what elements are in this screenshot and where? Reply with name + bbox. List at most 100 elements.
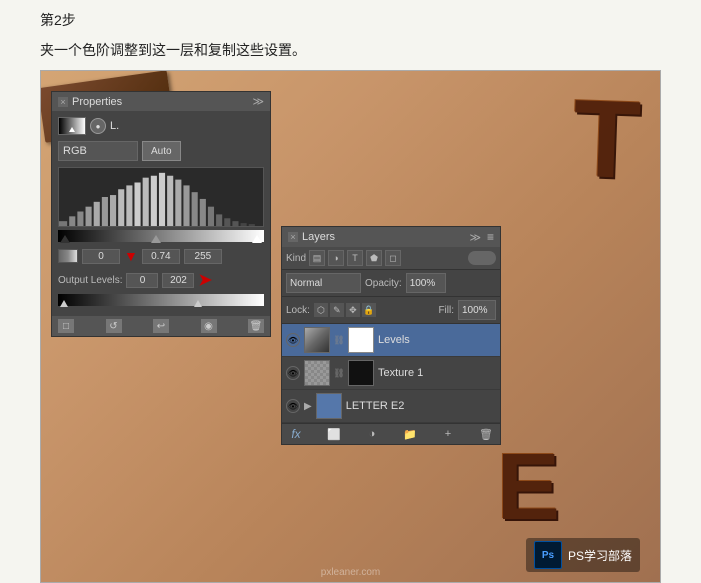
layers-expand-icon[interactable]: ≫ [469, 231, 481, 244]
mid-arrow: ▼ [124, 248, 138, 264]
opacity-input[interactable] [406, 273, 446, 293]
ps-branding-area: Ps PS学习部落 [526, 538, 640, 572]
footer-visibility-icon[interactable]: ◉ [201, 319, 217, 333]
lock-move-icon[interactable]: ✥ [346, 303, 360, 317]
filter-pixel-icon[interactable]: ▤ [309, 250, 325, 266]
layer-row-letter-e2[interactable]: 👁 ▶ LETTER E2 [282, 390, 500, 423]
layers-filter-row: Kind ▤ ◑ T ⬟ ◻ [282, 247, 500, 270]
channel-select[interactable]: RGB Red Green Blue [58, 141, 138, 161]
layers-delete-icon[interactable]: 🗑 [478, 427, 494, 441]
white-point-handle[interactable] [252, 235, 262, 243]
output-black-handle[interactable] [60, 300, 68, 307]
layer-thumb-folder [316, 393, 342, 419]
circle-button[interactable]: ● [90, 118, 106, 134]
footer-delete-icon[interactable]: 🗑 [248, 319, 264, 333]
lock-paint-icon[interactable]: ✎ [330, 303, 344, 317]
blend-mode-select[interactable]: Normal Dissolve Multiply Screen Overlay [286, 273, 361, 293]
letter-e2: E [497, 433, 560, 542]
properties-content: ● L. RGB Red Green Blue Auto [52, 111, 270, 316]
filter-shape-icon[interactable]: ⬟ [366, 250, 382, 266]
black-point-handle[interactable] [60, 235, 70, 243]
layer-link-levels[interactable]: ⛓ [334, 335, 344, 345]
layer-visibility-letter[interactable]: 👁 [286, 399, 300, 413]
layers-title: Layers [302, 231, 335, 243]
filter-toggle[interactable] [468, 251, 496, 265]
layer-name-letter: LETTER E2 [346, 400, 496, 412]
lock-transparent-icon[interactable]: ⬡ [314, 303, 328, 317]
layers-lock-row: Lock: ⬡ ✎ ✥ 🔒 Fill: [282, 297, 500, 324]
layer-row-levels[interactable]: 👁 ⛓ Levels [282, 324, 500, 357]
properties-expand-icon[interactable]: ≫ [252, 95, 264, 108]
output-white-handle[interactable] [194, 300, 202, 307]
step-label: 第2步 [0, 0, 701, 36]
histogram-svg [59, 168, 263, 226]
footer-refresh-icon[interactable]: ↺ [106, 319, 122, 333]
layers-footer: fx ⬜ ◑ 📁 + 🗑 [282, 423, 500, 444]
page-container: 第2步 夹一个色阶调整到这一层和复制这些设置。 E T E × Properti… [0, 0, 701, 583]
auto-button[interactable]: Auto [142, 141, 181, 161]
levels-icon-small [58, 249, 78, 263]
layers-adjustment-icon[interactable]: ◑ [364, 427, 380, 441]
layer-mask-texture [348, 360, 374, 386]
description-text: 夹一个色阶调整到这一层和复制这些设置。 [0, 36, 701, 70]
footer-clipping-icon[interactable]: □ [58, 319, 74, 333]
filter-smart-icon[interactable]: ◻ [385, 250, 401, 266]
letter-t1: T [571, 75, 643, 204]
layers-mask-icon[interactable]: ⬜ [326, 427, 342, 441]
ps-logo: Ps [534, 541, 562, 569]
fill-label: Fill: [438, 305, 454, 316]
footer-reset-icon[interactable]: ↩ [153, 319, 169, 333]
fill-input[interactable] [458, 300, 496, 320]
ps-site-text: PS学习部落 [568, 547, 632, 564]
output-black-input[interactable] [126, 273, 158, 288]
output-row: Output Levels: ➤ [58, 270, 264, 290]
mid-input[interactable] [142, 249, 180, 264]
histogram-area [58, 167, 264, 227]
properties-panel-header: × Properties ≫ [52, 92, 270, 111]
black-input[interactable] [82, 249, 120, 264]
layers-close-button[interactable]: × [288, 232, 298, 242]
layers-fx-icon[interactable]: fx [288, 427, 304, 441]
input-slider[interactable] [58, 230, 264, 242]
output-slider[interactable] [58, 294, 264, 306]
levels-values-row: ▼ [58, 248, 264, 264]
layers-blend-row: Normal Dissolve Multiply Screen Overlay … [282, 270, 500, 297]
mid-point-handle[interactable] [151, 235, 161, 243]
filter-icons: ▤ ◑ T ⬟ ◻ [309, 250, 401, 266]
layer-thumb-levels [304, 327, 330, 353]
layer-visibility-texture[interactable]: 👁 [286, 366, 300, 380]
properties-close-button[interactable]: × [58, 97, 68, 107]
properties-panel: × Properties ≫ ● L. RGB Red [51, 91, 271, 337]
layer-name-texture: Texture 1 [378, 367, 496, 379]
props-top-row: ● L. [58, 117, 264, 135]
panel-header-left: × Properties [58, 96, 122, 108]
layer-mask-levels [348, 327, 374, 353]
properties-title: Properties [72, 96, 122, 108]
layers-panel: × Layers ≫ ≡ Kind ▤ ◑ T ⬟ ◻ [281, 226, 501, 445]
layer-visibility-levels[interactable]: 👁 [286, 333, 300, 347]
rgb-row: RGB Red Green Blue Auto [58, 141, 264, 161]
properties-footer: □ ↺ ↩ ◉ 🗑 [52, 316, 270, 336]
filter-adjustment-icon[interactable]: ◑ [328, 250, 344, 266]
layers-group-icon[interactable]: 📁 [402, 427, 418, 441]
output-label: Output Levels: [58, 275, 122, 286]
lock-label: Lock: [286, 305, 310, 316]
output-white-input[interactable] [162, 273, 194, 288]
filter-type-icon[interactable]: T [347, 250, 363, 266]
lock-all-icon[interactable]: 🔒 [362, 303, 376, 317]
opacity-label: Opacity: [365, 278, 402, 289]
layer-row-texture[interactable]: 👁 ⛓ Texture 1 [282, 357, 500, 390]
lock-icons: ⬡ ✎ ✥ 🔒 [314, 303, 376, 317]
layers-panel-header: × Layers ≫ ≡ [282, 227, 500, 247]
layers-add-icon[interactable]: + [440, 427, 456, 441]
layers-menu-button[interactable]: ≡ [487, 230, 494, 244]
group-expand-icon[interactable]: ▶ [304, 401, 312, 412]
output-red-arrow: ➤ [198, 270, 211, 290]
layer-thumb-texture [304, 360, 330, 386]
watermark: pxleaner.com [321, 567, 380, 578]
layer-name-levels: Levels [378, 334, 496, 346]
kind-label: Kind [286, 253, 306, 264]
white-input[interactable] [184, 249, 222, 264]
main-canvas: E T E × Properties ≫ ● [40, 70, 661, 583]
layer-link-texture[interactable]: ⛓ [334, 368, 344, 378]
